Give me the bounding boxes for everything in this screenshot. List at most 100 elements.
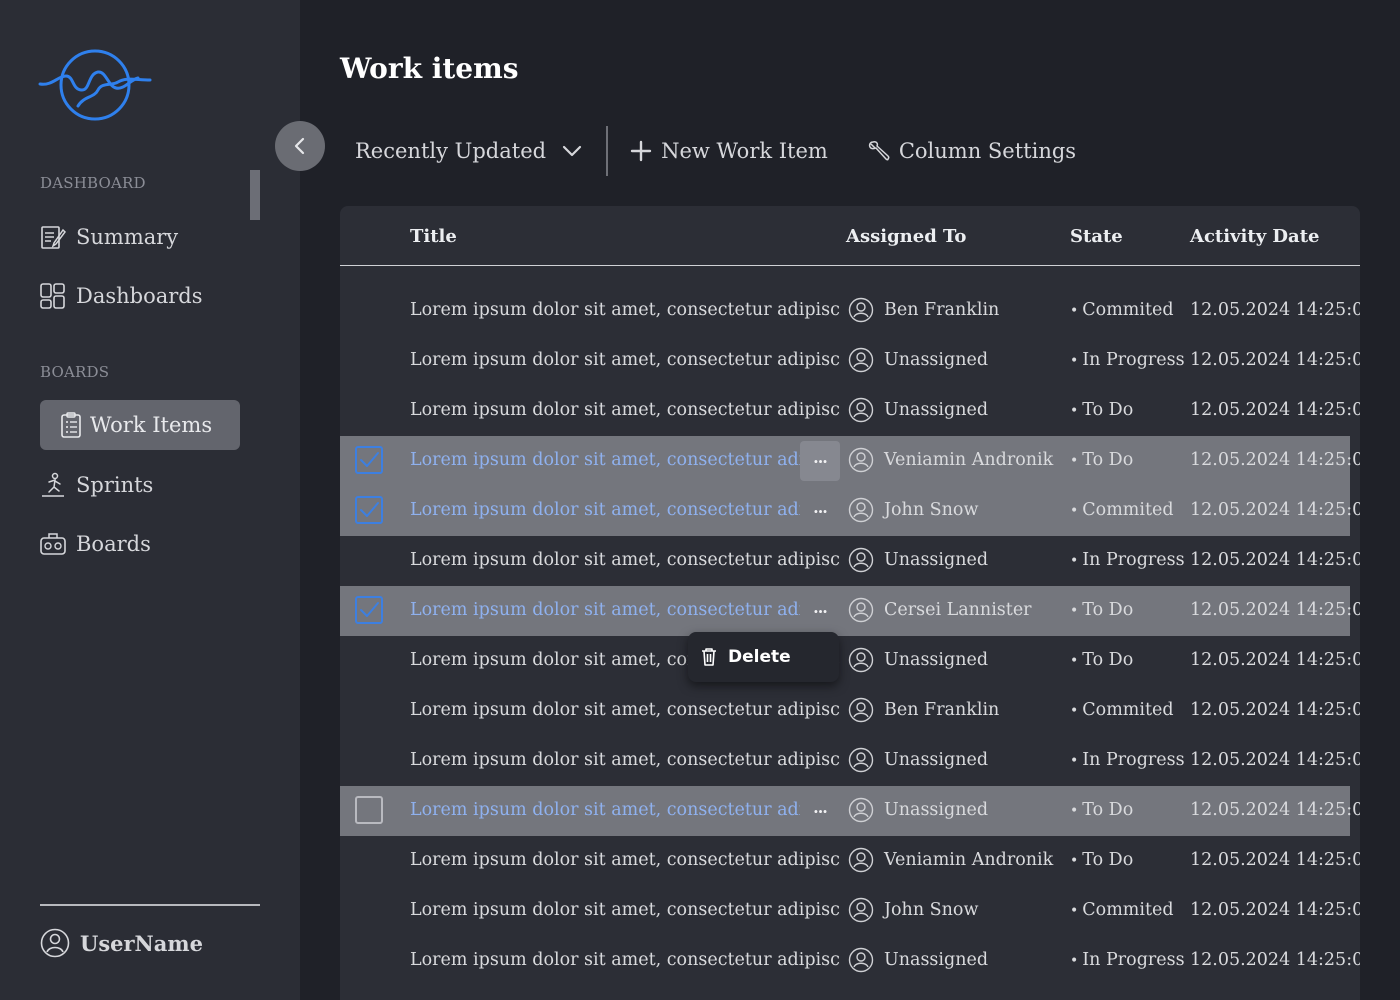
- row-assignee[interactable]: Unassigned: [848, 397, 988, 423]
- column-header-activity-date[interactable]: Activity Date: [1190, 226, 1319, 247]
- row-title[interactable]: Lorem ipsum dolor sit amet, consectetur …: [410, 550, 840, 570]
- row-activity-date: 12.05.2024 14:25:07: [1190, 300, 1360, 320]
- row-title[interactable]: Lorem ipsum dolor sit amet, consectetur …: [410, 600, 800, 620]
- sidebar-item-sprints[interactable]: Sprints: [40, 460, 153, 510]
- table-row[interactable]: Lorem ipsum dolor sit amet, consectetur …: [340, 486, 1360, 536]
- row-state: In Progress: [1070, 750, 1184, 770]
- sidebar-item-work-items[interactable]: Work Items: [40, 400, 240, 450]
- sort-dropdown[interactable]: Recently Updated: [355, 139, 584, 163]
- sidebar-item-label: Boards: [76, 532, 151, 556]
- user-avatar-icon: [848, 597, 874, 623]
- wave-logo-icon[interactable]: [38, 46, 152, 124]
- column-header-assigned[interactable]: Assigned To: [846, 226, 966, 247]
- sidebar-item-label: Summary: [76, 225, 179, 249]
- table-row[interactable]: Lorem ipsum dolor sit amet, consectetur …: [340, 586, 1360, 636]
- assignee-name: Veniamin Andronik: [884, 450, 1054, 470]
- row-assignee[interactable]: Unassigned: [848, 947, 988, 973]
- table-row[interactable]: Lorem ipsum dolor sit amet, consectetur …: [340, 636, 1360, 686]
- row-assignee[interactable]: Veniamin Andronik: [848, 847, 1053, 873]
- row-state: To Do: [1070, 650, 1133, 670]
- wrench-icon: [868, 141, 890, 161]
- assignee-name: Ben Franklin: [884, 700, 1000, 720]
- row-checkbox[interactable]: [355, 496, 383, 524]
- row-title[interactable]: Lorem ipsum dolor sit amet, consectetur …: [410, 500, 800, 520]
- assignee-name: Cersei Lannister: [884, 600, 1032, 620]
- sidebar: DASHBOARD Summary Dashboards BOARDS Work…: [0, 0, 300, 1000]
- row-activity-date: 12.05.2024 14:25:07: [1190, 900, 1360, 920]
- user-profile[interactable]: UserName: [40, 926, 203, 960]
- row-title[interactable]: Lorem ipsum dolor sit amet, consectetur …: [410, 850, 840, 870]
- row-activity-date: 12.05.2024 14:25:07: [1190, 450, 1360, 470]
- table-row[interactable]: Lorem ipsum dolor sit amet, consectetur …: [340, 536, 1360, 586]
- row-checkbox[interactable]: [355, 596, 383, 624]
- toolbar-separator: [606, 126, 609, 176]
- sidebar-scroll-indicator[interactable]: [250, 170, 260, 220]
- row-activity-date: 12.05.2024 14:25:07: [1190, 400, 1360, 420]
- row-assignee[interactable]: Unassigned: [848, 797, 988, 823]
- row-state: To Do: [1070, 800, 1133, 820]
- row-title[interactable]: Lorem ipsum dolor sit amet, consectetur …: [410, 450, 800, 470]
- user-avatar-icon: [848, 747, 874, 773]
- assignee-name: John Snow: [884, 900, 979, 920]
- row-state: Commited: [1070, 700, 1173, 720]
- user-avatar-icon: [848, 647, 874, 673]
- row-assignee[interactable]: Unassigned: [848, 547, 988, 573]
- table-row[interactable]: Lorem ipsum dolor sit amet, consectetur …: [340, 736, 1360, 786]
- sidebar-item-summary[interactable]: Summary: [40, 212, 178, 262]
- row-title[interactable]: Lorem ipsum dolor sit amet, consectetur …: [410, 350, 840, 370]
- table-row[interactable]: Lorem ipsum dolor sit amet, consectetur …: [340, 386, 1360, 436]
- row-assignee[interactable]: Veniamin Andronik: [848, 447, 1053, 473]
- column-settings-button[interactable]: Column Settings: [868, 139, 1076, 163]
- row-assignee[interactable]: Unassigned: [848, 747, 988, 773]
- user-avatar-icon: [848, 497, 874, 523]
- table-row[interactable]: Lorem ipsum dolor sit amet, consectetur …: [340, 836, 1360, 886]
- row-activity-date: 12.05.2024 14:25:07: [1190, 650, 1360, 670]
- row-title[interactable]: Lorem ipsum dolor sit amet, consectetur …: [410, 400, 840, 420]
- row-assignee[interactable]: Unassigned: [848, 347, 988, 373]
- column-header-title[interactable]: Title: [410, 226, 457, 247]
- user-icon: [40, 928, 70, 958]
- table-row[interactable]: Lorem ipsum dolor sit amet, consectetur …: [340, 786, 1360, 836]
- row-assignee[interactable]: Ben Franklin: [848, 697, 999, 723]
- table-row[interactable]: Lorem ipsum dolor sit amet, consectetur …: [340, 936, 1360, 986]
- row-more-button[interactable]: ···: [800, 791, 840, 831]
- row-title[interactable]: Lorem ipsum dolor sit amet, consectetur …: [410, 750, 840, 770]
- table-row[interactable]: Lorem ipsum dolor sit amet, consectetur …: [340, 286, 1360, 336]
- row-title[interactable]: Lorem ipsum dolor sit amet, consectetur …: [410, 800, 800, 820]
- user-avatar-icon: [848, 897, 874, 923]
- assignee-name: Unassigned: [884, 800, 989, 820]
- user-avatar-icon: [848, 447, 874, 473]
- row-assignee[interactable]: Ben Franklin: [848, 297, 999, 323]
- new-work-item-button[interactable]: New Work Item: [630, 139, 828, 163]
- delete-label: Delete: [728, 647, 791, 667]
- table-row[interactable]: Lorem ipsum dolor sit amet, consectetur …: [340, 336, 1360, 386]
- sidebar-item-dashboards[interactable]: Dashboards: [40, 271, 203, 321]
- row-checkbox[interactable]: [355, 796, 383, 824]
- sidebar-item-boards[interactable]: Boards: [40, 519, 151, 569]
- table-row-partial[interactable]: Lorem ipsum dolor sit amet, consectetur …: [340, 266, 1350, 272]
- collapse-sidebar-button[interactable]: [275, 121, 325, 171]
- row-assignee[interactable]: John Snow: [848, 897, 978, 923]
- row-more-button[interactable]: ···: [800, 491, 840, 531]
- table-row[interactable]: Lorem ipsum dolor sit amet, consectetur …: [340, 436, 1360, 486]
- column-header-state[interactable]: State: [1070, 226, 1123, 247]
- row-checkbox[interactable]: [355, 446, 383, 474]
- row-assignee[interactable]: Unassigned: [848, 647, 988, 673]
- row-title[interactable]: Lorem ipsum dolor sit amet, consectetur …: [410, 300, 840, 320]
- user-name: UserName: [80, 930, 203, 956]
- assignee-name: Unassigned: [884, 400, 989, 420]
- table-body: Lorem ipsum dolor sit amet, consectetur …: [340, 266, 1360, 1000]
- chevron-down-icon: [562, 145, 582, 157]
- table-row[interactable]: Lorem ipsum dolor sit amet, consectetur …: [340, 886, 1360, 936]
- row-assignee[interactable]: Cersei Lannister: [848, 597, 1032, 623]
- sidebar-item-label: Dashboards: [76, 284, 203, 308]
- assignee-name: Unassigned: [884, 950, 989, 970]
- row-more-button[interactable]: ···: [800, 591, 840, 631]
- row-title[interactable]: Lorem ipsum dolor sit amet, consectetur …: [410, 950, 840, 970]
- row-assignee[interactable]: John Snow: [848, 497, 978, 523]
- row-title[interactable]: Lorem ipsum dolor sit amet, consectetur …: [410, 900, 840, 920]
- row-more-button[interactable]: ···: [800, 441, 840, 481]
- context-menu-delete[interactable]: Delete: [688, 632, 839, 682]
- table-row[interactable]: Lorem ipsum dolor sit amet, consectetur …: [340, 686, 1360, 736]
- row-title[interactable]: Lorem ipsum dolor sit amet, consectetur …: [410, 700, 840, 720]
